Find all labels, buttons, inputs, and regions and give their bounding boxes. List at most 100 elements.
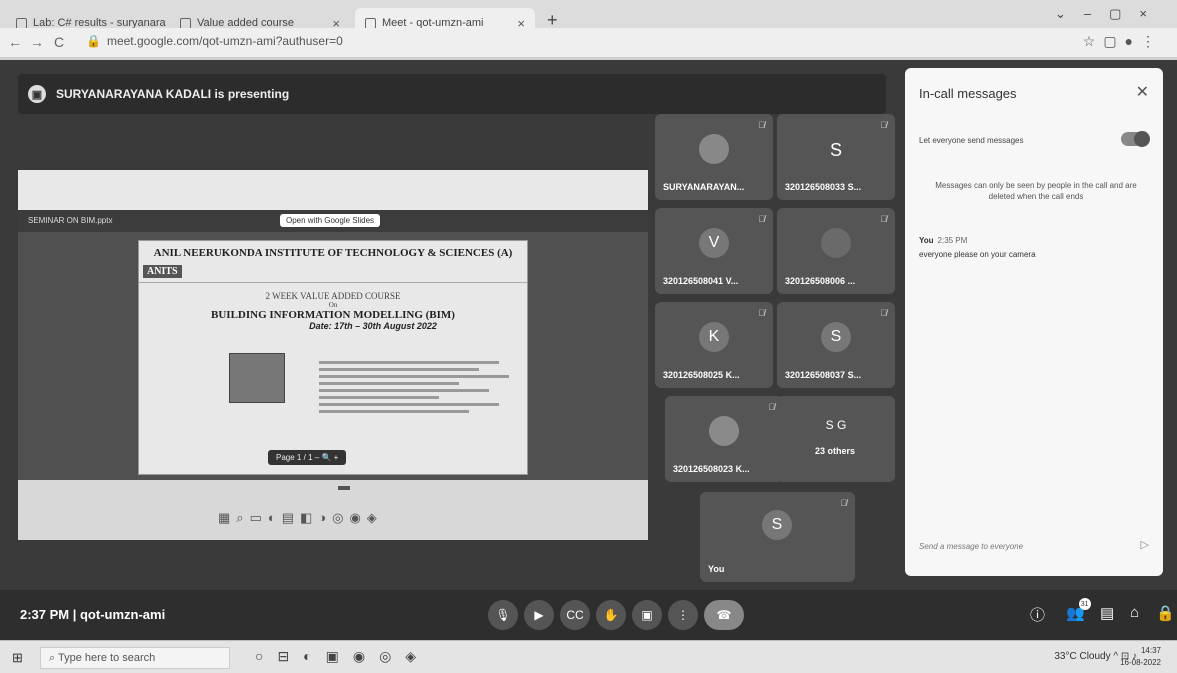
end-call-button[interactable]: ☎ [704,600,744,630]
lock-icon: 🔒 [86,34,101,48]
zoom-controls: – 🔍 + [314,453,339,462]
let-everyone-send-toggle[interactable] [1121,131,1150,147]
forward-icon[interactable]: → [30,34,44,50]
course-date: Date: 17th – 30th August 2022 [309,321,437,331]
search-placeholder: Type here to search [58,652,156,664]
viewer-toolbar: SEMINAR ON BIM.pptx Open with Google Sli… [18,210,648,232]
open-with-button: Open with Google Slides [280,214,381,227]
avatar [709,416,739,446]
file-viewer: SEMINAR ON BIM.pptx Open with Google Sli… [18,210,648,480]
reload-icon[interactable]: C [54,34,64,50]
course-title: BUILDING INFORMATION MODELLING (BIM) [211,309,455,321]
back-icon[interactable]: ← [8,34,22,50]
mic-off-icon: 🎙̸ [880,214,887,224]
participant-tile[interactable]: 🎙̸ 320126508006 ... [777,208,895,294]
raise-hand-icon[interactable]: ✋ [596,600,626,630]
avatar: V [699,228,729,258]
windows-taskbar: ⊞ ⌕ Type here to search ○⊟◐▣◉◎◈ 33°C Clo… [0,640,1177,673]
mic-off-icon: 🎙̸ [768,402,775,412]
others-avatars: S G [825,418,847,432]
present-icon: ▣ [28,85,46,103]
send-icon[interactable]: ▷ [1141,538,1149,551]
speaker-photo [229,353,285,403]
windows-start-icon[interactable]: ⊞ [12,650,23,666]
more-options-icon[interactable]: ⋮ [668,600,698,630]
avatar [699,134,729,164]
participant-name: 320126508023 K... [673,464,750,474]
activities-icon[interactable]: ⌂ [1130,604,1139,621]
stop-sharing-badge [338,486,350,490]
self-name: You [708,564,725,574]
people-icon[interactable]: 👥 31 [1066,598,1091,622]
avatar: S [762,510,792,540]
window-controls[interactable]: ⌄–▢× [1055,6,1165,22]
presenting-banner: ▣ SURYANARAYANA KADALI is presenting [18,74,886,114]
others-count: 23 others [815,446,856,456]
tab-favicon-icon [365,17,376,29]
anits-logo: ANITS [143,265,182,278]
in-call-messages-panel: In-call messages ✕ Let everyone send mes… [905,68,1163,576]
message-time: 2:35 PM [937,236,968,245]
participant-tile[interactable]: 🎙̸ S 320126508037 S... [777,302,895,388]
message-input[interactable]: Send a message to everyone [919,542,1023,551]
browser-actions[interactable]: ☆▢●⋮ [1083,33,1163,50]
participant-tile[interactable]: 🎙̸ V 320126508041 V... [655,208,773,294]
others-tile[interactable]: S G 23 others [777,396,895,482]
participant-tile[interactable]: 🎙̸ 320126508023 K... [665,396,783,482]
clock-time: 14:37 [1140,646,1161,655]
shared-taskbar: ▦⌕▭◐▤◧◑◎◉◈ [18,480,648,540]
tab-favicon-icon [180,17,191,29]
info-icon[interactable]: ⓘ [1030,604,1045,625]
slide-header: ANIL NEERUKONDA INSTITUTE OF TECHNOLOGY … [139,241,527,283]
camera-icon[interactable]: ▶ [524,600,554,630]
participant-tile[interactable]: 🎙̸ SURYANARAYAN... [655,114,773,200]
mic-off-icon: 🎙̸ [758,214,765,224]
avatar: S [829,140,842,160]
close-icon[interactable]: ✕ [1136,82,1149,102]
meet-control-bar: 2:37 PM | qot-umzn-ami 🎙 ▶ CC ✋ ▣ ⋮ ☎ ⓘ … [0,590,1177,640]
course-line: 2 WEEK VALUE ADDED COURSE [265,291,401,301]
self-tile[interactable]: 🎙̸ S You [700,492,855,582]
avatar [821,228,851,258]
taskbar-apps[interactable]: ○⊟◐▣◉◎◈ [255,648,430,665]
participant-name: 320126508006 ... [785,276,856,286]
panel-notice: Messages can only be seen by people in t… [935,181,1137,201]
url-field[interactable]: 🔒 meet.google.com/qot-umzn-ami?authuser=0 [86,34,343,48]
sender-name: You [919,236,934,245]
mic-off-icon: 🎙̸ [880,308,887,318]
taskbar-search[interactable]: ⌕ Type here to search [40,647,230,669]
participant-tile[interactable]: 🎙̸ S 320126508033 S... [777,114,895,200]
participant-name: SURYANARAYAN... [663,182,745,192]
meet-window: ▣ SURYANARAYANA KADALI is presenting SEM… [0,60,1177,640]
page-total: 1 [308,453,313,462]
chat-icon[interactable]: ▤ [1100,604,1114,622]
mic-off-icon: 🎙̸ [880,120,887,130]
shared-browser-bar [18,170,648,210]
host-controls-icon[interactable]: 🔒 [1156,604,1175,622]
panel-title: In-call messages [919,86,1017,101]
mic-off-icon: 🎙̸ [840,498,847,508]
avatar: K [699,322,729,352]
participant-name: 320126508033 S... [785,182,862,192]
shared-screen: SEMINAR ON BIM.pptx Open with Google Sli… [18,170,648,540]
page-separator: / [303,453,306,462]
page-control: Page 1 / 1 – 🔍 + [268,450,347,465]
present-icon[interactable]: ▣ [632,600,662,630]
clock[interactable]: 14:37 16-08-2022 [1120,645,1161,669]
institute-subtext [139,261,527,267]
course-contents [319,361,519,417]
mic-icon[interactable]: 🎙 [488,600,518,630]
participant-tile[interactable]: 🎙̸ K 320126508025 K... [655,302,773,388]
captions-icon[interactable]: CC [560,600,590,630]
slide: ANITS ANIL NEERUKONDA INSTITUTE OF TECHN… [138,240,528,475]
page-value: 1 [296,453,302,462]
institute-name: ANIL NEERUKONDA INSTITUTE OF TECHNOLOGY … [153,247,513,259]
message-sender: You 2:35 PM [919,236,967,245]
url-text: meet.google.com/qot-umzn-ami?authuser=0 [106,34,343,48]
shared-taskbar-icons: ▦⌕▭◐▤◧◑◎◉◈ [218,510,383,525]
message-text: everyone please on your camera [919,250,1036,259]
participant-name: 320126508037 S... [785,370,862,380]
address-bar: ← → C 🔒 meet.google.com/qot-umzn-ami?auth… [0,28,1177,58]
avatar: S [821,322,851,352]
participant-name: 320126508025 K... [663,370,740,380]
